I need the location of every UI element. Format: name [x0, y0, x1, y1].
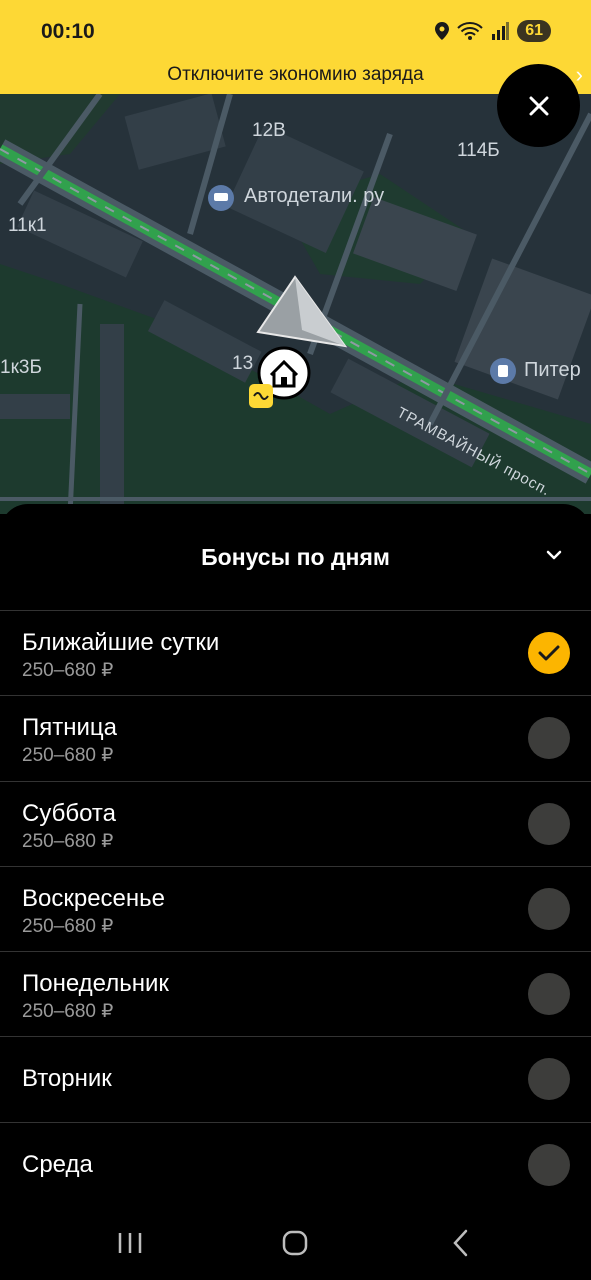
signal-icon [492, 22, 510, 40]
day-price: 250–680 ₽ [22, 1001, 114, 1023]
status-icons: 61 [435, 20, 551, 42]
status-time: 00:10 [41, 20, 95, 43]
radio-unselected[interactable] [528, 717, 570, 760]
day-option[interactable]: Вторник [0, 1037, 591, 1123]
system-nav-bar [0, 1205, 591, 1280]
day-name: Вторник [22, 1065, 112, 1093]
map-label-poi[interactable]: Питер [524, 359, 581, 382]
map-label-building: 12В [252, 120, 286, 141]
radio-unselected[interactable] [528, 802, 570, 845]
day-price: 250–680 ₽ [22, 915, 114, 937]
day-name: Понедельник [22, 970, 169, 998]
day-name: Пятница [22, 714, 117, 742]
day-option[interactable]: Понедельник 250–680 ₽ [0, 952, 591, 1038]
day-option[interactable]: Ближайшие сутки 250–680 ₽ [0, 611, 591, 697]
map-label-building: 13 [232, 353, 254, 374]
status-bar: 00:10 61 [0, 0, 591, 62]
recent-apps-button[interactable] [110, 1227, 150, 1259]
map-label-building: 114Б [457, 140, 500, 161]
day-option[interactable]: Суббота 250–680 ₽ [0, 782, 591, 867]
day-price: 250–680 ₽ [22, 830, 114, 852]
map-canvas [0, 94, 591, 514]
bonus-days-sheet: Бонусы по дням Ближайшие сутки 250–680 ₽… [0, 504, 591, 1280]
back-button[interactable] [441, 1227, 481, 1259]
map-view[interactable]: 12В 114Б 11к1 1к3Б 13 Автодетали. ру Пит… [0, 94, 591, 514]
radio-unselected[interactable] [528, 973, 570, 1016]
day-price: 250–680 ₽ [22, 745, 114, 767]
chevron-right-icon: › [575, 62, 583, 87]
sheet-header[interactable]: Бонусы по дням [0, 504, 591, 611]
home-icon [282, 1230, 308, 1256]
day-name: Воскресенье [22, 884, 166, 912]
battery-indicator: 61 [517, 20, 551, 42]
radio-selected[interactable] [528, 632, 570, 674]
radio-unselected[interactable] [528, 1143, 570, 1186]
day-option[interactable]: Воскресенье 250–680 ₽ [0, 867, 591, 953]
sheet-title: Бонусы по дням [201, 544, 390, 570]
map-label-building: 1к3Б [0, 357, 42, 378]
day-option[interactable]: Пятница 250–680 ₽ [0, 696, 591, 782]
day-price: 250–680 ₽ [22, 660, 114, 681]
checkmark-icon [538, 645, 560, 661]
recent-apps-icon [118, 1233, 142, 1253]
home-button[interactable] [275, 1227, 315, 1259]
radio-unselected[interactable] [528, 1058, 570, 1101]
close-icon [529, 96, 548, 115]
day-name: Среда [22, 1150, 93, 1178]
back-icon [453, 1229, 468, 1257]
day-name: Ближайшие сутки [22, 629, 220, 656]
day-name: Суббота [22, 799, 116, 827]
map-label-building: 11к1 [8, 215, 47, 236]
radio-unselected[interactable] [528, 887, 570, 930]
day-option[interactable]: Среда [0, 1123, 591, 1208]
chevron-down-icon[interactable] [543, 544, 565, 566]
day-list: Ближайшие сутки 250–680 ₽ Пятница 250–68… [0, 611, 591, 1208]
map-label-poi[interactable]: Автодетали. ру [244, 185, 384, 208]
close-button[interactable] [497, 64, 580, 147]
wifi-icon [457, 22, 483, 40]
location-icon [435, 22, 450, 40]
